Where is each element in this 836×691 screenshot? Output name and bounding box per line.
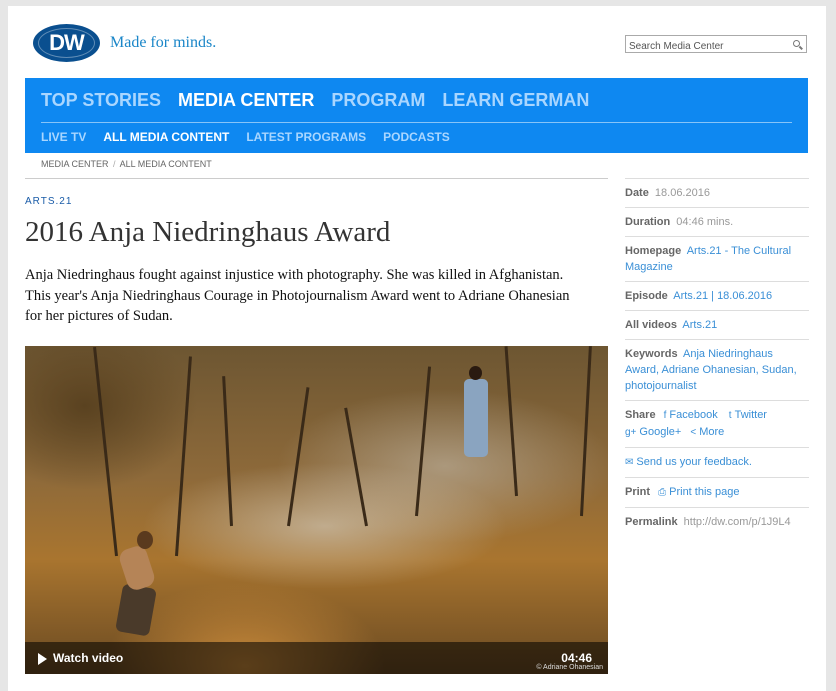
search-icon[interactable] [793,40,800,47]
play-icon[interactable] [38,653,47,665]
breadcrumb-media-center[interactable]: MEDIA CENTER [41,159,109,169]
nav-media-center[interactable]: MEDIA CENTER [178,90,314,111]
nav-program[interactable]: PROGRAM [331,90,425,111]
tree-trunk [222,376,233,527]
search-input[interactable] [626,38,781,55]
nav-learn-german[interactable]: LEARN GERMAN [442,90,589,111]
meta-permalink: Permalink http://dw.com/p/1J9L4 [625,507,809,536]
video-player[interactable]: Watch video 04:46 © Adriane Ohanesian [25,346,608,674]
meta-label: Episode [625,290,668,302]
tree-trunk [415,366,432,517]
main-navigation: TOP STORIES MEDIA CENTER PROGRAM LEARN G… [25,78,808,153]
content-divider [25,178,608,179]
episode-link[interactable]: Arts.21 | 18.06.2016 [673,290,772,302]
meta-value: 18.06.2016 [654,187,710,199]
printer-icon[interactable]: ⎙ [658,485,666,501]
meta-value: 04:46 mins. [676,216,734,228]
dw-logo[interactable]: DW [33,24,100,62]
meta-label: Date [625,187,649,199]
standing-figure [457,366,495,461]
article-title: 2016 Anja Niedringhaus Award [25,216,391,248]
breadcrumb-all-media-content[interactable]: ALL MEDIA CONTENT [120,159,212,169]
tree-trunk [504,346,518,497]
feedback-link[interactable]: Send us your feedback. [636,456,752,468]
video-controls: Watch video 04:46 [25,642,608,674]
print-link[interactable]: Print this page [669,486,739,498]
meta-label: Homepage [625,245,682,257]
meta-label: Print [625,486,651,498]
nav-top-stories[interactable]: TOP STORIES [41,90,161,111]
tree-trunk [344,407,368,527]
breadcrumb-separator: / [113,159,116,169]
share-facebook-link[interactable]: Facebook [669,409,717,421]
meta-date: Date 18.06.2016 [625,178,809,207]
tagline: Made for minds. [110,34,217,51]
search-box[interactable] [625,35,807,55]
mail-icon[interactable]: ✉ [625,455,633,471]
subnav-latest-programs[interactable]: LATEST PROGRAMS [246,130,366,144]
meta-homepage: Homepage Arts.21 - The Cultural Magazine [625,236,809,281]
meta-label: All videos [625,319,677,331]
video-duration: 04:46 [561,651,592,665]
meta-all-videos: All videos Arts.21 [625,310,809,339]
meta-sidebar: Date 18.06.2016 Duration 04:46 mins. Hom… [625,178,809,536]
photographer-figure [113,531,163,641]
share-more-link[interactable]: More [699,426,724,438]
page: DW Made for minds. TOP STORIES MEDIA CEN… [8,6,826,691]
meta-label: Share [625,409,656,421]
meta-duration: Duration 04:46 mins. [625,207,809,236]
more-icon[interactable]: < [690,425,696,441]
article-kicker[interactable]: ARTS.21 [25,196,72,207]
tree-trunk [287,387,310,527]
facebook-icon[interactable]: f [664,408,667,424]
photo-credit: © Adriane Ohanesian [536,664,603,671]
nav-divider [41,122,792,123]
subnav-all-media-content[interactable]: ALL MEDIA CONTENT [103,130,229,144]
tree-trunk [175,356,192,557]
permalink-value[interactable]: http://dw.com/p/1J9L4 [684,516,791,528]
meta-share: Share f Facebook t Twitter g+ Google+ < More [625,400,809,447]
article-lead: Anja Niedringhaus fought against injusti… [25,267,570,324]
tree-trunk [93,346,118,557]
subnav-podcasts[interactable]: PODCASTS [383,130,450,144]
google-plus-icon[interactable]: g+ [625,425,636,441]
meta-label: Duration [625,216,671,228]
share-google-link[interactable]: Google+ [639,426,681,438]
all-videos-link[interactable]: Arts.21 [682,319,717,331]
subnav-live-tv[interactable]: LIVE TV [41,130,86,144]
meta-episode: Episode Arts.21 | 18.06.2016 [625,281,809,310]
watch-video-button[interactable]: Watch video [53,651,123,665]
breadcrumb: MEDIA CENTER / ALL MEDIA CONTENT [41,159,212,169]
meta-label: Keywords [625,348,678,360]
meta-print: Print ⎙ Print this page [625,477,809,507]
twitter-icon[interactable]: t [729,408,732,424]
meta-label: Permalink [625,516,678,528]
share-twitter-link[interactable]: Twitter [735,409,767,421]
meta-keywords: Keywords Anja Niedringhaus Award, Adrian… [625,339,809,400]
meta-feedback: ✉ Send us your feedback. [625,447,809,477]
tree-trunk [580,346,592,517]
